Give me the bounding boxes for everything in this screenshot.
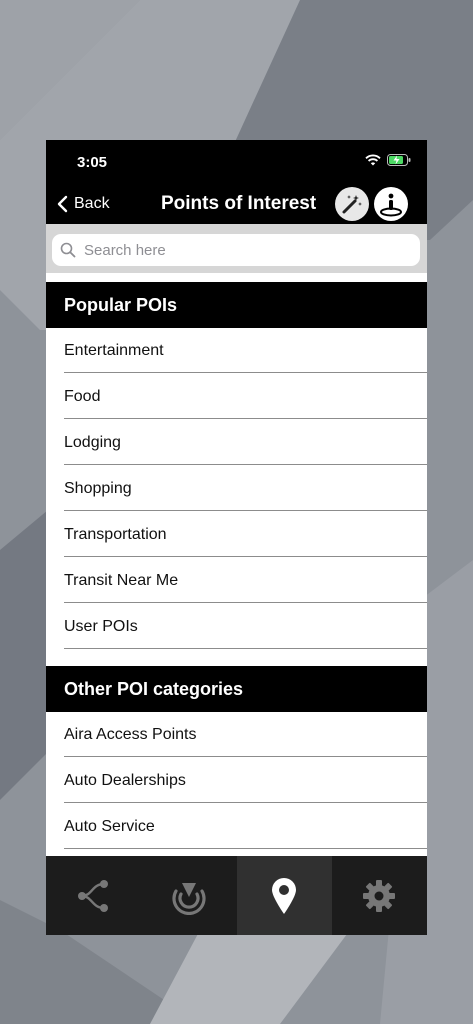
list-item-lodging[interactable]: Lodging [46, 420, 427, 465]
tab-radar[interactable] [141, 856, 236, 935]
chevron-left-icon [57, 195, 68, 213]
location-pin-icon [272, 877, 297, 914]
list-item-auto-dealerships[interactable]: Auto Dealerships [46, 758, 427, 803]
phone-screen: 3:05 Back Points of Interest Search here… [46, 140, 427, 935]
tab-points-of-interest[interactable] [236, 856, 332, 935]
search-field[interactable] [52, 234, 420, 266]
search-input[interactable] [82, 240, 406, 260]
info-person-icon [380, 193, 402, 217]
list-spacer [46, 273, 427, 282]
back-button[interactable]: Back [56, 192, 110, 216]
battery-charging-icon [387, 154, 411, 166]
section-header-popular: Popular POIs [46, 282, 427, 328]
list-item-transit-near-me[interactable]: Transit Near Me [46, 558, 427, 603]
route-icon [77, 879, 108, 912]
list-item-shopping[interactable]: Shopping [46, 466, 427, 511]
page-title: Points of Interest [161, 193, 317, 214]
list-item-user-pois[interactable]: User POIs [46, 604, 427, 649]
info-button[interactable] [374, 187, 408, 221]
search-icon [60, 242, 76, 258]
wifi-icon [365, 154, 381, 166]
radar-icon [172, 882, 206, 915]
list-item-entertainment[interactable]: Entertainment [46, 328, 427, 373]
tab-bar [46, 856, 427, 935]
section-gap [46, 649, 427, 666]
poi-list: Popular POIs Entertainment Food Lodging … [46, 273, 427, 856]
list-item-auto-service[interactable]: Auto Service [46, 804, 427, 849]
list-item-food[interactable]: Food [46, 374, 427, 419]
gear-icon [363, 879, 396, 912]
section-header-other: Other POI categories [46, 666, 427, 712]
status-time: 3:05 [77, 154, 108, 171]
search-bar [46, 224, 427, 273]
tab-route[interactable] [46, 856, 141, 935]
magic-wand-icon [342, 195, 362, 214]
navigation-bar: Back Points of Interest [46, 184, 427, 224]
list-item-transportation[interactable]: Transportation [46, 512, 427, 557]
tab-settings[interactable] [332, 856, 427, 935]
back-label: Back [74, 195, 110, 212]
magic-wand-button[interactable] [335, 187, 369, 221]
list-item-aira-access-points[interactable]: Aira Access Points [46, 712, 427, 757]
status-bar: 3:05 [46, 140, 427, 184]
status-icons [365, 154, 411, 166]
